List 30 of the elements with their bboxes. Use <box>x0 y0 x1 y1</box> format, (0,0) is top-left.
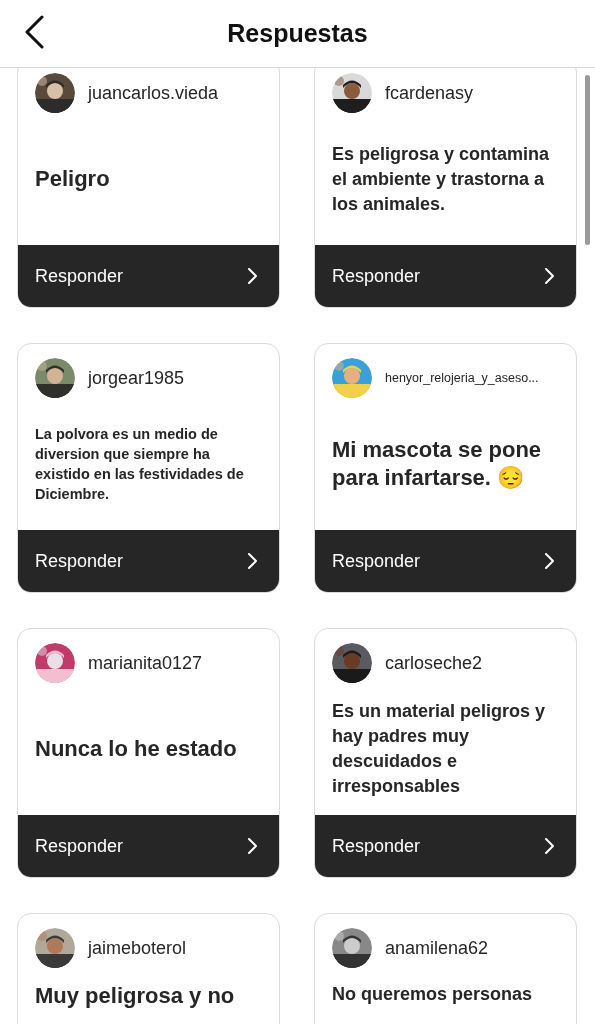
reply-button[interactable]: Responder <box>18 245 279 307</box>
reply-button[interactable]: Responder <box>315 530 576 592</box>
answer-text: Peligro <box>35 165 110 193</box>
answer-text: Mi mascota se pone para infartarse. 😔 <box>332 436 543 492</box>
username: henyor_relojeria_y_aseso... <box>385 369 539 387</box>
answer-text: Muy peligrosa y no <box>35 982 236 1010</box>
username: jaimeboterol <box>88 936 187 960</box>
chevron-icon <box>544 268 554 284</box>
username: marianita0127 <box>88 651 203 675</box>
answer-text: Nunca lo he estado <box>35 735 237 763</box>
reply-button[interactable]: Responder <box>18 530 279 592</box>
reply-button[interactable]: Responder <box>315 245 576 307</box>
username: carloseche2 <box>385 651 483 675</box>
username: juancarlos.vieda <box>88 81 219 105</box>
chevron-icon <box>544 838 554 854</box>
reply-button[interactable]: Responder <box>18 815 279 877</box>
page-title: Respuestas <box>227 17 368 49</box>
answer-text: Es peligrosa y contamina el ambiente y trastorna a los animales. <box>332 142 551 216</box>
answer-text: No queremos personas <box>332 983 534 1006</box>
username: fcardenasy <box>385 81 474 105</box>
chevron-icon <box>247 553 257 569</box>
reply-button[interactable]: Responder <box>315 815 576 877</box>
answer-text: La polvora es un medio de diversion que siempre ha existido en las festividades de Diciembre. <box>35 425 245 504</box>
username: jorgear1985 <box>88 366 185 390</box>
answer-text: Es un material peligros y hay padres muy descuidados e irresponsables <box>332 700 547 798</box>
chevron-icon <box>247 838 257 854</box>
chevron-icon <box>247 268 257 284</box>
chevron-icon <box>544 553 554 569</box>
username: anamilena62 <box>385 936 489 960</box>
back-icon <box>23 15 45 49</box>
